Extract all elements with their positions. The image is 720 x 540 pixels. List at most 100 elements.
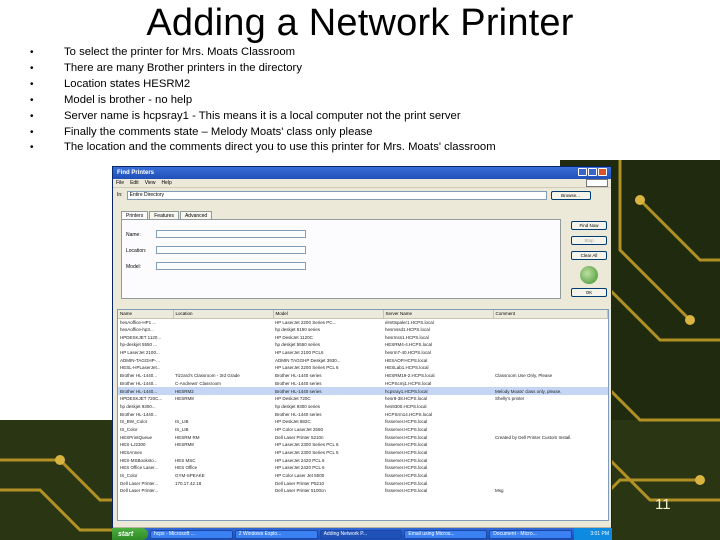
table-row[interactable]: HESL-HPLaserJet... HP LaserJet 2200 Serie…: [118, 364, 608, 372]
cell-server: hesr8-38.HCPS.local: [385, 396, 428, 402]
cell-server: HESAOP.HCPS.local: [385, 357, 428, 363]
start-button[interactable]: start: [112, 528, 148, 540]
cell-server: hesrmss1.HCPS.local: [385, 334, 429, 340]
bullet-item: • Finally the comments state – Melody Moa…: [30, 125, 630, 141]
minimize-icon[interactable]: [578, 168, 587, 176]
ok-button[interactable]: OK: [571, 288, 607, 297]
stop-button[interactable]: Stop: [571, 236, 607, 245]
cell-name: HES-LJ2300: [120, 442, 146, 448]
location-input[interactable]: [156, 246, 306, 254]
cell-server: HESRM19-2.HCPS.local: [385, 373, 435, 379]
cell-comment: [493, 364, 608, 372]
name-input[interactable]: [156, 230, 306, 238]
cell-model: HP DeskJet 720C: [275, 396, 311, 402]
table-row[interactable]: HESAnnex HP LaserJet 2300 Series PCL 5 fss…: [118, 449, 608, 457]
bullet-text: The location and the comments direct you…: [64, 141, 496, 154]
cell-name: HPDESKJET 720C...: [120, 396, 163, 402]
column-header-server[interactable]: Server Name: [383, 310, 494, 319]
table-row[interactable]: HPDESKJET 720C... HESRM8 HP DeskJet 720C he…: [118, 395, 608, 403]
cell-name: HES Office Laser...: [120, 465, 159, 471]
cell-comment: [493, 456, 608, 464]
taskbar-item[interactable]: 2 Windows Explo...: [234, 529, 318, 539]
cell-server: fssserver.HCPS.local: [385, 465, 428, 471]
table-row[interactable]: IS_Color IS_LIB HP Color LaserJet 2550 fsss…: [118, 426, 608, 434]
find-now-button[interactable]: Find Now: [571, 221, 607, 230]
cell-location: [173, 318, 273, 326]
column-header-location[interactable]: Location: [173, 310, 274, 319]
table-row[interactable]: hesAoffice-HP1 ... HP LaserJet 2200 Serie…: [118, 318, 608, 326]
table-row[interactable]: HES-LJ2300 HESRM8 HP LaserJet 2300 Series …: [118, 441, 608, 449]
menu-help[interactable]: Help: [161, 180, 171, 186]
system-clock: 3:01 PM: [573, 528, 612, 540]
bullet-dot: •: [30, 78, 34, 90]
cell-model: HP LaserJet 2100 PCL6: [275, 350, 324, 356]
cell-name: Brother HL-1440...: [118, 387, 173, 395]
table-row[interactable]: Brother HL-1440... C-Andrews' Classroom Br…: [118, 380, 608, 388]
cell-comment: [493, 464, 608, 472]
table-row-selected[interactable]: Brother HL-1440... HESRM2 Brother HL-1440 …: [118, 387, 608, 395]
column-header-comment[interactable]: Comment: [493, 310, 608, 319]
close-icon[interactable]: [598, 168, 607, 176]
cell-server: fssserver.HCPS.local: [385, 434, 428, 440]
cell-name: hesAoffice-hp3...: [120, 327, 154, 333]
table-row[interactable]: HES Office Laser... HES Office HP LaserJet…: [118, 464, 608, 472]
cell-comment: Shelly's printer: [495, 396, 525, 402]
taskbar-item-active[interactable]: Adding Network P...: [319, 529, 403, 539]
bullet-item: • There are many Brother printers in the …: [30, 61, 630, 77]
results-table: Name Location Model Server Name Comment …: [118, 310, 608, 495]
cell-model: HP LaserJet 2200 Series PC...: [275, 319, 337, 325]
table-row[interactable]: IS_Color GYM-SPEAKE HP Color Laser Jet 550…: [118, 472, 608, 480]
menu-file[interactable]: File: [116, 180, 124, 186]
maximize-icon[interactable]: [588, 168, 597, 176]
model-input[interactable]: [156, 262, 306, 270]
taskbar-item[interactable]: hcps - Microsoft ...: [150, 529, 233, 539]
taskbar-item[interactable]: Document - Micro...: [489, 529, 572, 539]
cell-model: hp deskjet 5550 series: [275, 342, 321, 348]
scope-dropdown[interactable]: Entire Directory: [126, 190, 547, 200]
clear-all-button[interactable]: Clear All: [571, 251, 607, 260]
cell-name: Dell Laser Printer...: [120, 480, 159, 486]
table-row[interactable]: hp deskjet 9300... hp deskjet 9300 series…: [118, 403, 608, 411]
cell-model: Dell Laser Printer 5100cn: [275, 488, 326, 494]
model-label: Model:: [126, 264, 142, 270]
cell-model: hp deskjet 5150 series: [275, 327, 321, 333]
table-row[interactable]: Dell Laser Printer... Dell Laser Printer …: [118, 487, 608, 495]
table-row[interactable]: HES-MSBooksto... HES MSC HP LaserJet 2420 …: [118, 456, 608, 464]
table-row[interactable]: hesAoffice-hp3... hp deskjet 5150 series h…: [118, 326, 608, 334]
cell-server: HESRM4-4.HCPS.local: [385, 342, 433, 348]
taskbar-item[interactable]: Email using Micros...: [404, 529, 488, 539]
cell-comment: [493, 326, 608, 334]
window-titlebar: Find Printers: [113, 167, 611, 179]
menu-view[interactable]: View: [145, 180, 156, 186]
menu-edit[interactable]: Edit: [130, 180, 139, 186]
cell-server: fssserver.HCPS.local: [385, 450, 428, 456]
table-row[interactable]: HESPrintQueue HESRM RM Dell Laser Printer …: [118, 433, 608, 441]
bullet-item: • Model is brother - no help: [30, 93, 630, 109]
cell-name: hesAoffice-HP1 ...: [120, 319, 157, 325]
cell-location: HESRM8: [175, 396, 194, 402]
results-list[interactable]: Name Location Model Server Name Comment …: [117, 309, 609, 521]
bullet-item: • The location and the comments direct yo…: [30, 140, 630, 156]
cell-name: Brother HL-1440...: [120, 373, 158, 379]
cell-server: HCPSrm14.HCPS.local: [385, 411, 433, 417]
table-row[interactable]: IS_BW_Color IS_LIB HP DeskJet 882C fssserve…: [118, 418, 608, 426]
cell-server: fssserver.HCPS.local: [385, 457, 428, 463]
table-row[interactable]: ADMIN-TAGGHP-... ADMIN TAGGHP Deskjet 393…: [118, 356, 608, 364]
table-row[interactable]: Brother HL-1440... Brother HL-1440 series…: [118, 410, 608, 418]
column-header-name[interactable]: Name: [118, 310, 174, 319]
bullet-text: Finally the comments state – Melody Moat…: [64, 125, 373, 138]
cell-model: Dell Laser Printer P5210: [275, 480, 325, 486]
table-row[interactable]: HPDESKJET 1120... HP DeskJet 1120C hesrmss…: [118, 333, 608, 341]
table-row[interactable]: HP LaserJet 2100... HP LaserJet 2100 PCL6…: [118, 349, 608, 357]
table-row[interactable]: Dell Laser Printer... 170.17.42.18 Dell La…: [118, 479, 608, 487]
cell-comment: [493, 349, 608, 357]
table-row[interactable]: hp-deskjet 5550 ... hp deskjet 5550 serie…: [118, 341, 608, 349]
cell-comment: [493, 449, 608, 457]
search-scope-row: In: Entire Directory Browse...: [113, 188, 611, 202]
cell-model: HP DeskJet 1120C: [275, 334, 313, 340]
cell-comment: [493, 426, 608, 434]
column-header-model[interactable]: Model: [273, 310, 384, 319]
bullet-dot: •: [30, 126, 34, 138]
browse-button[interactable]: Browse...: [550, 190, 591, 200]
table-row[interactable]: Brother HL-1440... Tizzard's Classroom - …: [118, 372, 608, 380]
